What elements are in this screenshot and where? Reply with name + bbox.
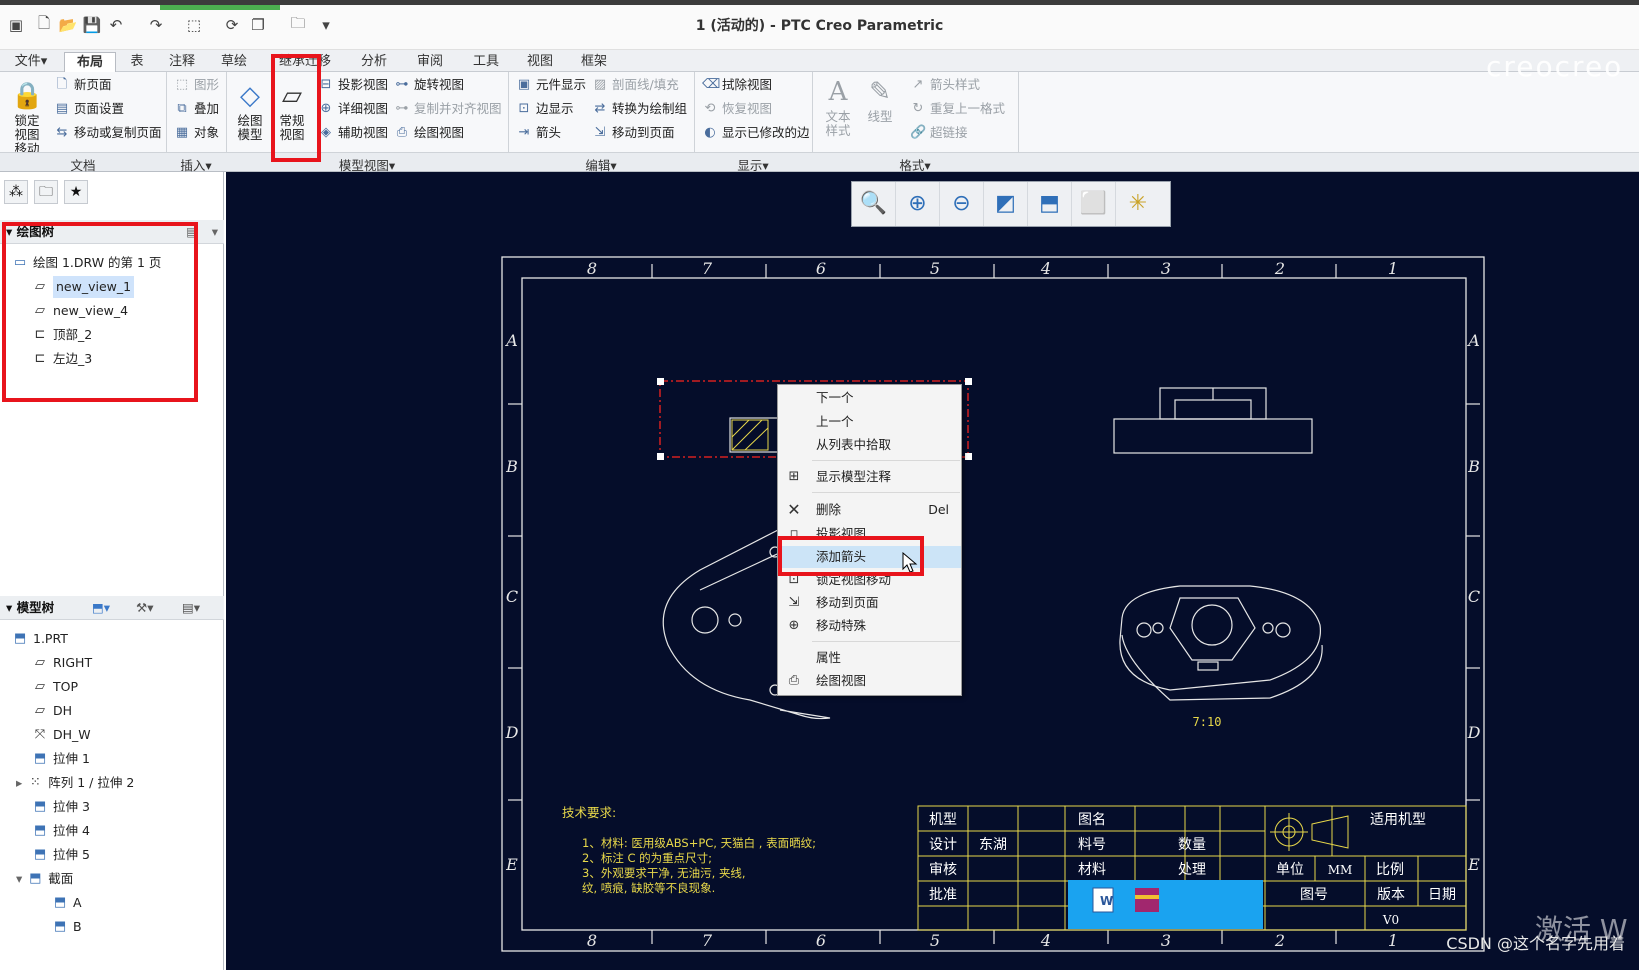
zone-row-label: B [505,457,518,476]
menu-item-projection-view[interactable]: ▫ 投影视图 [778,523,961,539]
delete-shortcut: Del [928,502,949,517]
projection-view-icon: ▫ [789,526,799,539]
tb-treatment: 处理 [1178,862,1206,878]
menu-item-show-model-annotations[interactable]: ⊞ 显示模型注释 [778,466,961,488]
isometric-view[interactable] [1119,585,1323,701]
tb-version-value: V0 [1382,913,1399,927]
tech-title: 技术要求: [562,805,616,820]
zone-column-label: 5 [930,259,940,278]
menu-item-lock-view-move[interactable]: ⊡ 锁定视图移动 [778,569,961,591]
zone-row-label: E [1467,855,1480,874]
menu-item-label: 从列表中拾取 [816,437,892,452]
menu-item-move-special[interactable]: ⊕ 移动特殊 [778,615,961,637]
tb-unit-value: MM [1328,863,1353,877]
zone-column-label: 7 [702,259,713,278]
menu-item-label: 属性 [816,650,842,665]
zone-row-label: E [505,855,518,874]
zone-column-label: 8 [587,931,597,950]
zone-column-label: 4 [1040,259,1051,278]
menu-item-next[interactable]: 下一个 [778,387,961,409]
zone-column-label: 6 [816,931,826,950]
word-file-glyph: W [1100,894,1113,908]
zone-column-label: 1 [1388,931,1398,950]
move-special-icon: ⊕ [788,618,800,633]
menu-item-add-arrow[interactable]: 添加箭头 [778,546,961,568]
delete-icon: ✕ [787,500,801,519]
tb-drawing-name: 图名 [1078,812,1106,828]
tb-designer: 东湖 [979,837,1007,853]
tb-material: 材料 [1078,862,1106,878]
inner-border [521,277,1467,931]
drawing-view-icon: ⎙ [788,673,800,688]
annotation-icon: ⊞ [788,469,800,484]
zone-column-label: 4 [1040,931,1051,950]
tb-model: 机型 [929,812,957,828]
menu-item-label: 投影视图 [816,526,867,539]
move-to-page-icon: ⇲ [788,595,800,610]
rar-file-icon[interactable] [1135,888,1159,912]
tb-part-no: 料号 [1078,837,1106,853]
menu-separator [812,460,960,461]
zone-row-label: B [1467,457,1480,476]
tb-quantity: 数量 [1178,837,1206,853]
menu-item-label: 移动到页面 [816,595,879,610]
menu-item-label: 绘图视图 [816,673,867,688]
front-view[interactable] [1113,387,1313,454]
tech-line: 纹, 喷痕, 缺胶等不良现象. [582,881,715,895]
menu-item-properties[interactable]: 属性 [778,647,961,669]
tb-review: 审核 [929,862,957,878]
tb-version: 版本 [1377,887,1405,903]
menu-item-label: 移动特殊 [816,618,867,633]
tech-line: 3、外观要求干净, 无油污, 夹线, [582,866,746,880]
tech-line: 1、材料: 医用级ABS+PC, 天猫白 , 表面晒纹; [582,836,816,850]
menu-item-label: 锁定视图移动 [816,572,892,587]
tb-design: 设计 [929,837,957,853]
zone-column-label: 3 [1161,259,1171,278]
zone-row-label: D [1467,723,1481,742]
zone-row-label: D [505,723,519,742]
tb-approve: 批准 [929,887,957,903]
mouse-cursor-icon [902,552,918,573]
tech-line: 2、标注 C 的为重点尺寸; [582,851,712,865]
menu-item-label: 下一个 [816,390,854,405]
zone-row-label: A [504,331,518,350]
menu-item-move-to-page[interactable]: ⇲ 移动到页面 [778,592,961,614]
zone-row-label: C [1468,587,1480,606]
tb-applicable-model: 适用机型 [1370,812,1426,828]
menu-item-pick-from-list[interactable]: 从列表中拾取 [778,434,961,456]
menu-separator [812,641,960,642]
menu-item-label: 上一个 [816,414,854,429]
technical-requirements: 技术要求: 1、材料: 医用级ABS+PC, 天猫白 , 表面晒纹; 2、标注 … [562,805,816,895]
zone-column-label: 8 [587,259,597,278]
zone-column-label: 7 [702,931,713,950]
zone-row-label: C [506,587,518,606]
zone-column-label: 6 [816,259,826,278]
zone-row-label: A [1466,331,1480,350]
zone-column-label: 3 [1161,931,1171,950]
tb-drawing-no: 图号 [1300,887,1328,903]
zone-column-label: 1 [1388,259,1398,278]
menu-separator [812,492,960,493]
menu-item-drawing-view[interactable]: ⎙ 绘图视图 [778,670,961,692]
tb-unit: 单位 [1276,862,1304,878]
zone-column-label: 2 [1274,259,1285,278]
menu-item-delete[interactable]: ✕ 删除 Del [778,499,961,521]
zone-column-label: 5 [930,931,940,950]
menu-item-previous[interactable]: 上一个 [778,411,961,433]
menu-item-label: 添加箭头 [816,549,867,564]
tb-scale: 比例 [1376,862,1404,878]
csdn-watermark: CSDN @这个名字先用着 [1446,934,1625,953]
section-view[interactable] [729,417,779,453]
tb-date: 日期 [1428,887,1456,903]
menu-item-label: 显示模型注释 [816,469,892,484]
rar-file-band [1135,895,1159,899]
zone-column-label: 2 [1274,931,1285,950]
view-scale-label: 7:10 [1193,715,1222,729]
lock-view-icon: ⊡ [788,572,800,587]
context-menu: 下一个 上一个 从列表中拾取 ⊞ 显示模型注释 ✕ 删除 Del ▫ 投影视图 添加箭头… [777,384,962,696]
menu-item-label: 删除 [816,502,842,517]
